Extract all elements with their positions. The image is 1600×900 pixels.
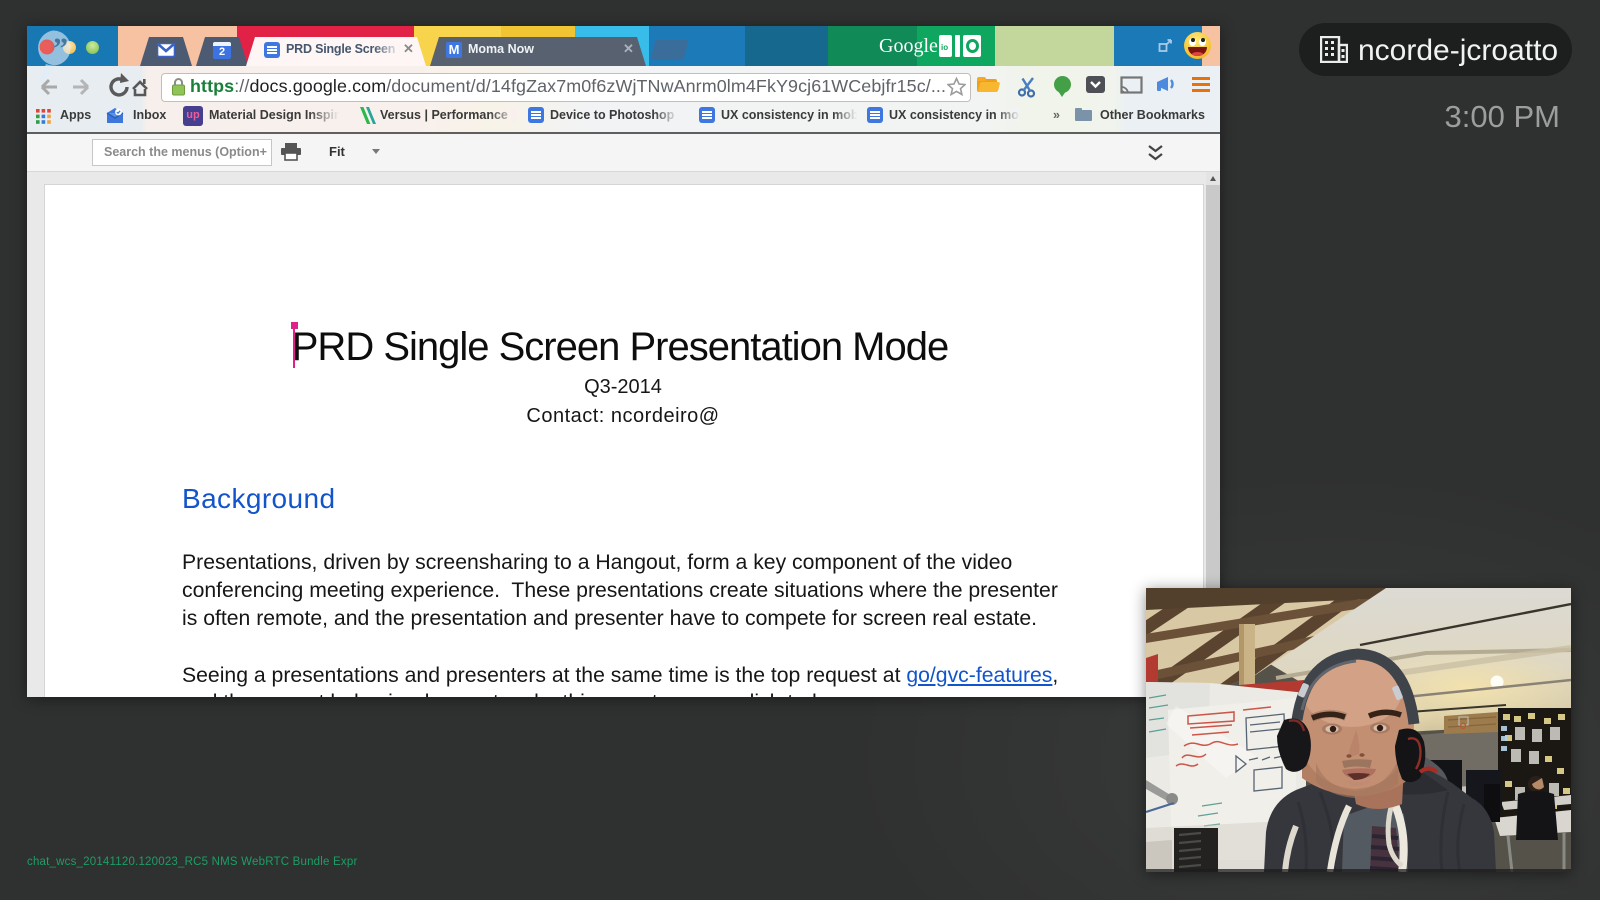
svg-text:”: ” [53,32,68,65]
